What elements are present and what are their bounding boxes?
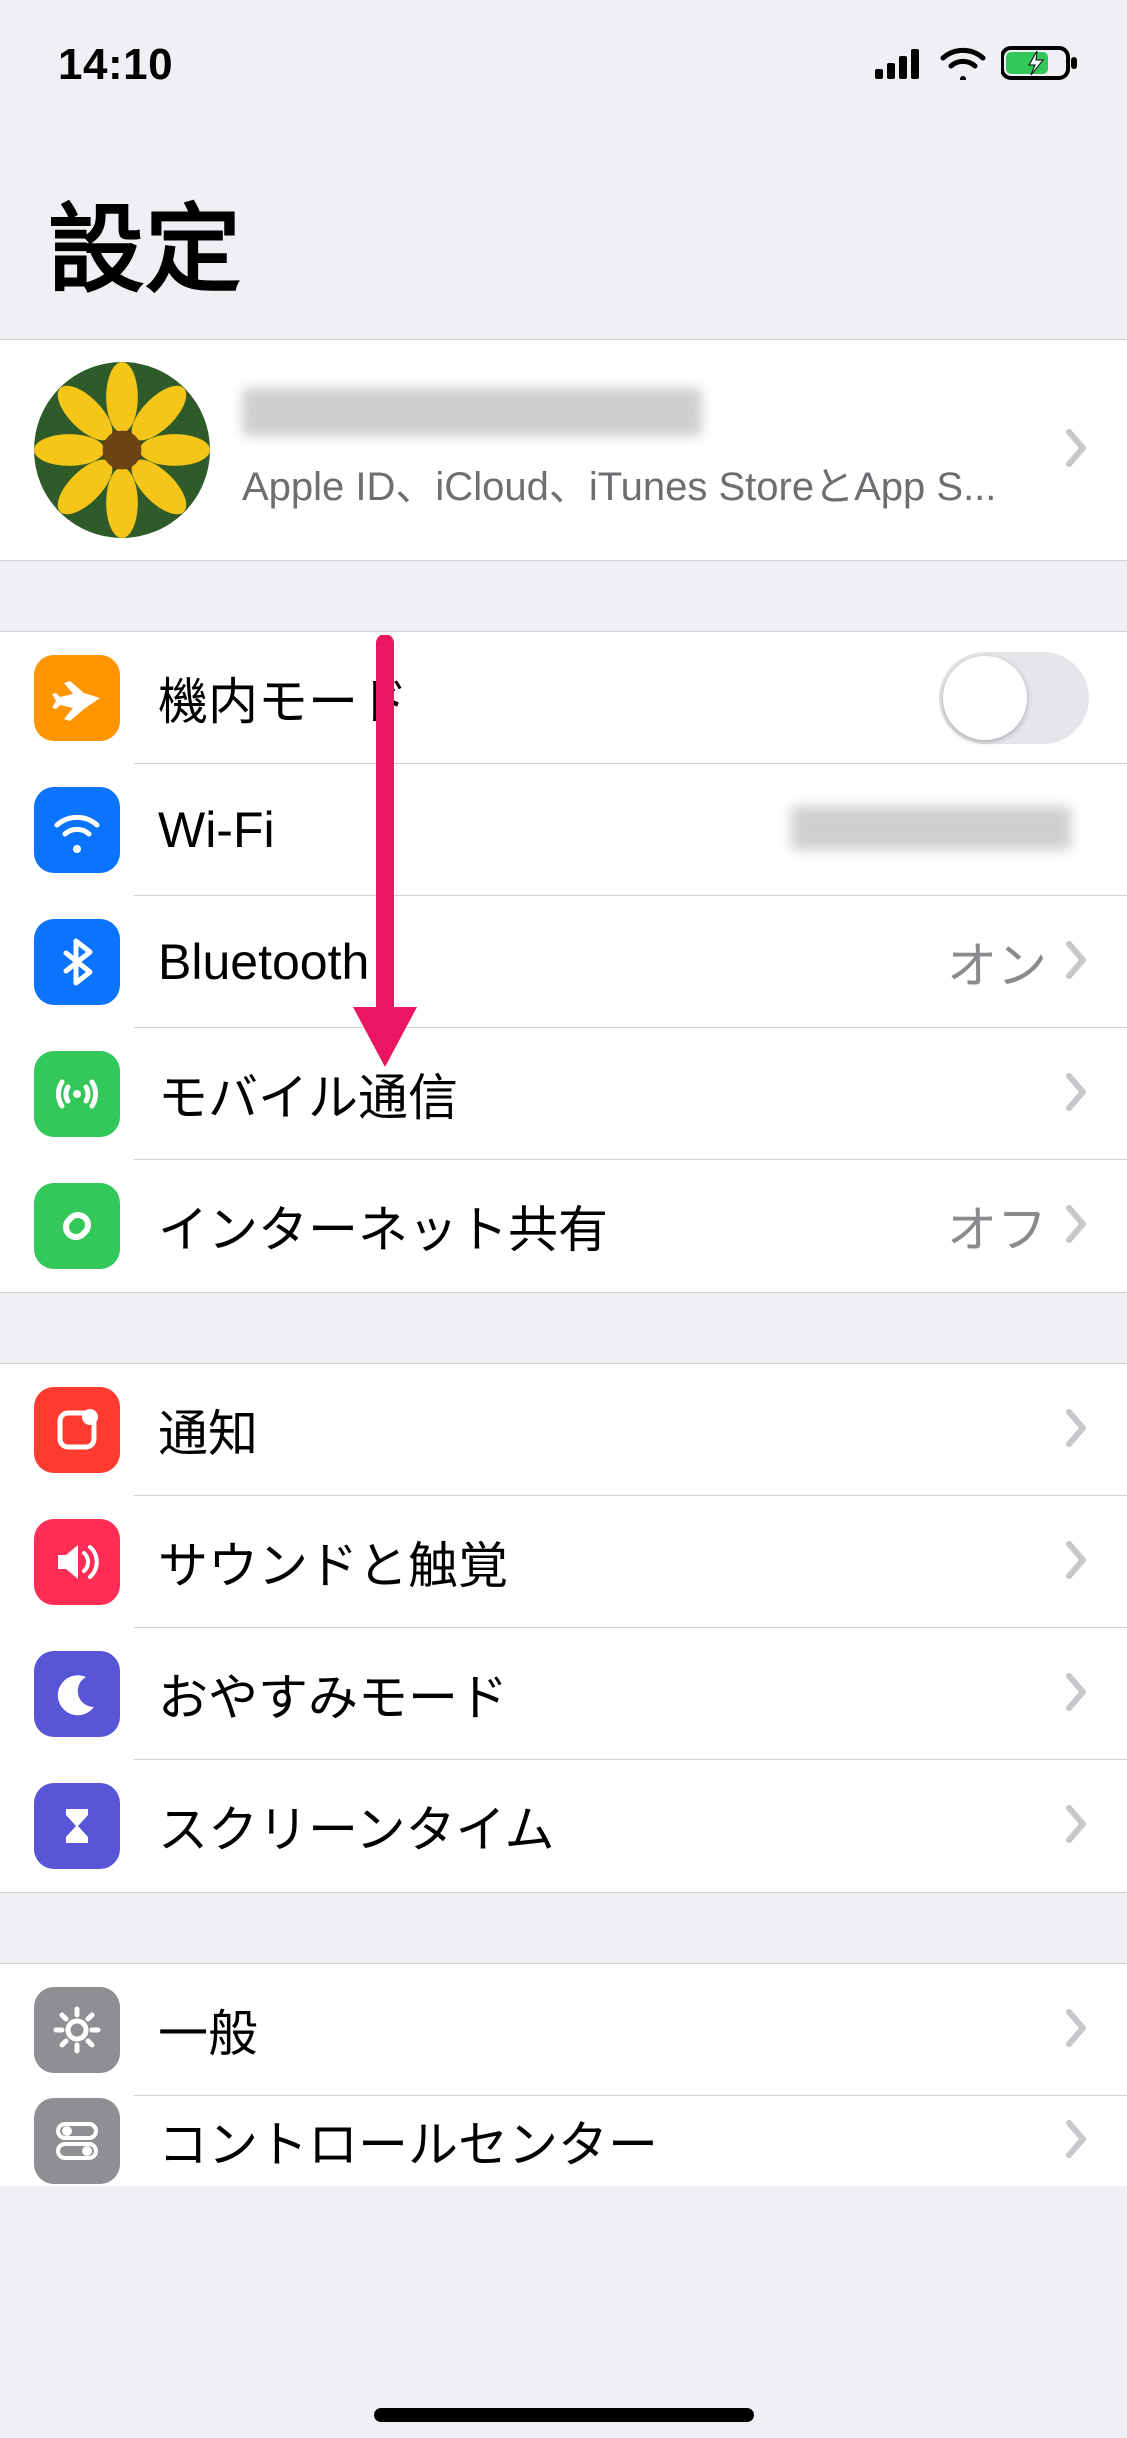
chevron-right-icon [1065, 1072, 1089, 1117]
chevron-right-icon [1065, 1672, 1089, 1717]
row-cellular[interactable]: モバイル通信 [0, 1028, 1127, 1160]
chevron-right-icon [1065, 940, 1089, 985]
hotspot-label: インターネット共有 [158, 1190, 947, 1262]
row-sounds[interactable]: サウンドと触覚 [0, 1496, 1127, 1628]
profile-text: Apple ID、iCloud、iTunes StoreとApp S... [242, 388, 1065, 512]
notifications-icon [34, 1387, 120, 1473]
airplane-icon [34, 655, 120, 741]
notifications-group: 通知 サウンドと触覚 おやすみモード [0, 1363, 1127, 1893]
row-hotspot[interactable]: インターネット共有 オフ [0, 1160, 1127, 1292]
profile-group: Apple ID、iCloud、iTunes StoreとApp S... [0, 339, 1127, 561]
screentime-label: スクリーンタイム [158, 1790, 1065, 1862]
cellular-signal-icon [875, 47, 925, 84]
control-center-icon [34, 2098, 120, 2184]
general-label: 一般 [158, 1994, 1065, 2066]
wifi-label: Wi-Fi [158, 801, 791, 859]
profile-name-blurred [242, 388, 1065, 444]
hourglass-icon [34, 1783, 120, 1869]
chevron-right-icon [1065, 1804, 1089, 1849]
dnd-label: おやすみモード [158, 1658, 1065, 1730]
row-dnd[interactable]: おやすみモード [0, 1628, 1127, 1760]
status-indicators [875, 45, 1079, 86]
wifi-settings-icon [34, 787, 120, 873]
cellular-label: モバイル通信 [158, 1058, 1065, 1130]
row-wifi[interactable]: Wi-Fi [0, 764, 1127, 896]
row-screentime[interactable]: スクリーンタイム [0, 1760, 1127, 1892]
bluetooth-value: オン [947, 926, 1047, 998]
status-bar: 14:10 [0, 0, 1127, 130]
chevron-right-icon [1065, 1204, 1089, 1249]
chevron-right-icon [1065, 1408, 1089, 1453]
chevron-right-icon [1065, 428, 1089, 473]
wifi-value-blurred [791, 806, 1089, 855]
bluetooth-label: Bluetooth [158, 933, 947, 991]
hotspot-icon [34, 1183, 120, 1269]
sounds-icon [34, 1519, 120, 1605]
profile-subtitle: Apple ID、iCloud、iTunes StoreとApp S... [242, 454, 1065, 512]
avatar [34, 362, 210, 538]
row-bluetooth[interactable]: Bluetooth オン [0, 896, 1127, 1028]
chevron-right-icon [1065, 2119, 1089, 2164]
home-indicator[interactable] [374, 2408, 754, 2422]
general-group: 一般 コントロールセンター [0, 1963, 1127, 2186]
chevron-right-icon [1065, 1540, 1089, 1585]
notifications-label: 通知 [158, 1394, 1065, 1466]
airplane-toggle[interactable] [939, 652, 1089, 744]
row-general[interactable]: 一般 [0, 1964, 1127, 2096]
cellular-icon [34, 1051, 120, 1137]
row-notifications[interactable]: 通知 [0, 1364, 1127, 1496]
profile-row[interactable]: Apple ID、iCloud、iTunes StoreとApp S... [0, 340, 1127, 560]
page-title: 設定 [0, 130, 1127, 339]
status-time: 14:10 [58, 40, 173, 90]
wifi-icon [939, 46, 987, 85]
control-center-label: コントロールセンター [158, 2105, 1065, 2177]
row-airplane-mode[interactable]: 機内モード [0, 632, 1127, 764]
sounds-label: サウンドと触覚 [158, 1526, 1065, 1598]
row-control-center[interactable]: コントロールセンター [0, 2096, 1127, 2186]
hotspot-value: オフ [947, 1190, 1047, 1262]
airplane-label: 機内モード [158, 662, 939, 734]
chevron-right-icon [1065, 2008, 1089, 2053]
moon-icon [34, 1651, 120, 1737]
bluetooth-icon [34, 919, 120, 1005]
network-group: 機内モード Wi-Fi Bluetooth オン [0, 631, 1127, 1293]
battery-charging-icon [1001, 45, 1079, 86]
gear-icon [34, 1987, 120, 2073]
